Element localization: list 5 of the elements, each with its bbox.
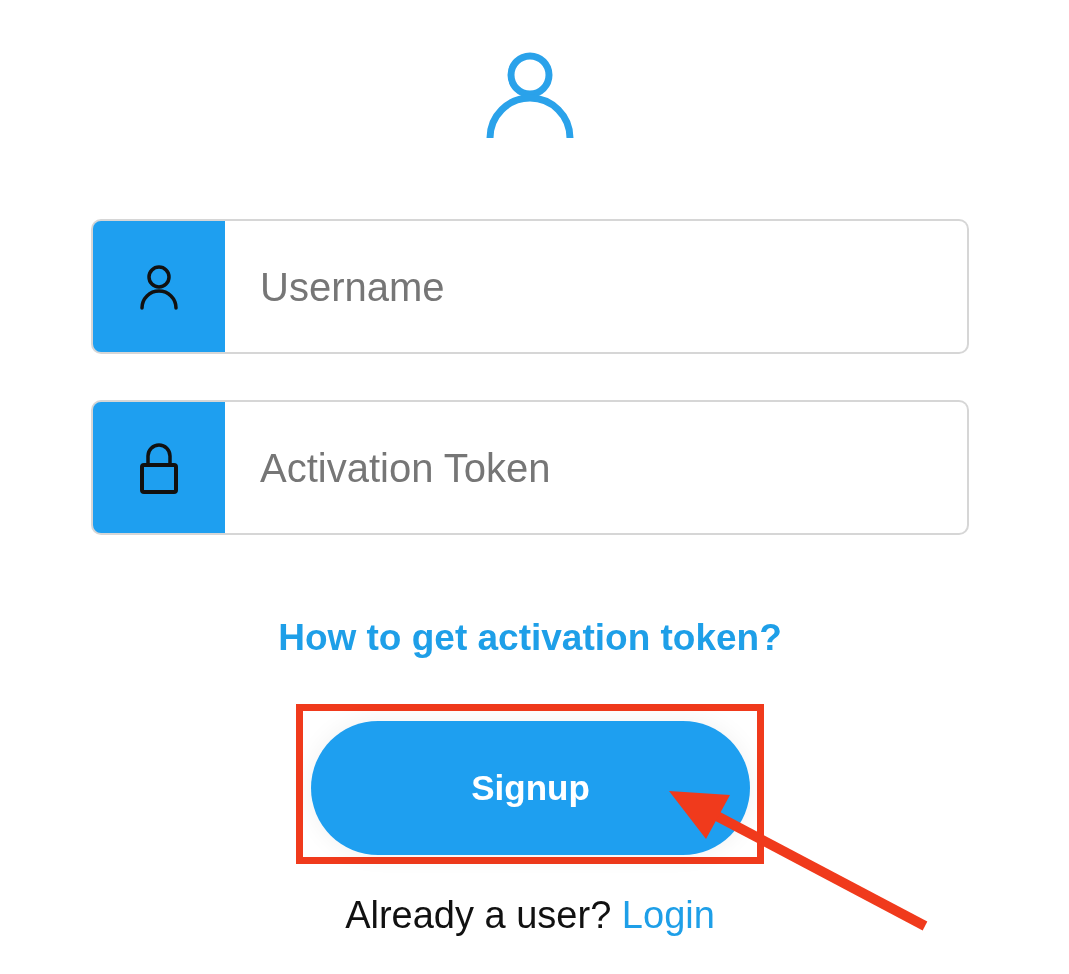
signup-button[interactable]: Signup	[311, 721, 750, 855]
help-link[interactable]: How to get activation token?	[278, 614, 782, 662]
user-avatar-icon	[485, 52, 575, 140]
login-link[interactable]: Login	[621, 894, 715, 936]
login-prompt: Already a user? Login	[345, 893, 715, 938]
